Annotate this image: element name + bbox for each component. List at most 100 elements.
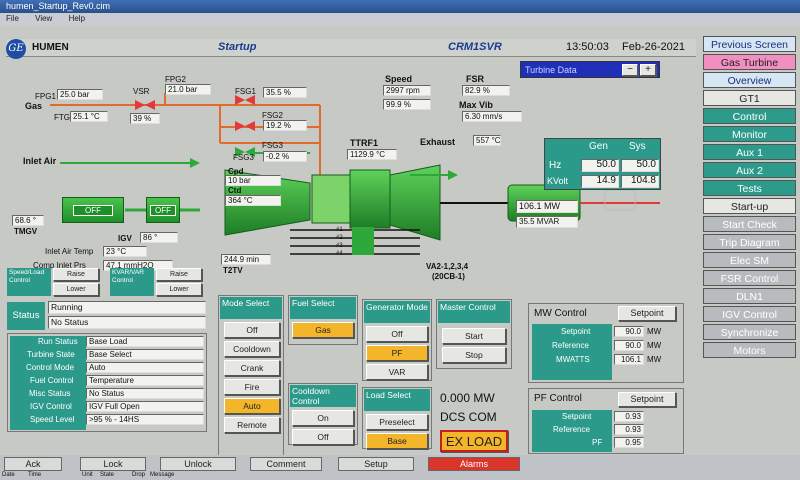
mw-setpoint-value: 90.0: [614, 326, 644, 337]
inlet-air-temp-label: Inlet Air Temp: [45, 247, 94, 256]
kvar-raise-button[interactable]: Raise: [156, 268, 202, 281]
nav-tests[interactable]: Tests: [703, 180, 796, 196]
ttrf1-label: TTRF1: [350, 138, 378, 148]
ack-button[interactable]: Ack: [4, 457, 62, 471]
mw-control-title: MW Control: [534, 308, 587, 319]
nav-startup[interactable]: Start-up: [703, 198, 796, 214]
vsr-label: VSR: [133, 87, 150, 96]
bus-2-label: #2: [336, 235, 343, 241]
mw-setpoint-button[interactable]: Setpoint: [618, 306, 676, 321]
nav-elec-sm[interactable]: Elec SM: [703, 252, 796, 268]
menu-bar: File View Help: [0, 13, 800, 25]
nav-gas-turbine[interactable]: Gas Turbine: [703, 54, 796, 70]
ftg-value: 25.1 °C: [70, 111, 108, 122]
fpg1-label: FPG1: [35, 92, 56, 101]
unlock-button[interactable]: Unlock: [160, 457, 236, 471]
control-mode-value: Auto: [86, 362, 204, 373]
nav-igv-control[interactable]: IGV Control: [703, 306, 796, 322]
mwatts-unit: MW: [647, 355, 662, 364]
fuel-gas-button[interactable]: Gas: [292, 322, 354, 338]
cooldown-on-button[interactable]: On: [292, 410, 354, 426]
run-status-label: Run Status: [38, 337, 78, 346]
misc-status-value: No Status: [86, 388, 204, 399]
nav-dln1[interactable]: DLN1: [703, 288, 796, 304]
nav-start-check[interactable]: Start Check: [703, 216, 796, 232]
mode-select-title: Mode Select: [220, 297, 282, 319]
ex-load-button[interactable]: EX LOAD: [440, 430, 508, 452]
mode-cooldown-button[interactable]: Cooldown: [224, 341, 280, 357]
nav-synchronize[interactable]: Synchronize: [703, 324, 796, 340]
sys-kvolt: 104.8: [621, 175, 659, 188]
fsg1-value: 35.5 %: [263, 87, 307, 98]
nav-previous-screen[interactable]: Previous Screen: [703, 36, 796, 52]
mw-setpoint-label: Setpoint: [561, 327, 591, 336]
mode-remote-button[interactable]: Remote: [224, 417, 280, 433]
alarm-col-state: State: [100, 472, 115, 478]
ctd-value: 364 °C: [225, 195, 281, 206]
mvar-readout: 35.5 MVAR: [516, 216, 578, 228]
nav-aux2[interactable]: Aux 2: [703, 162, 796, 178]
mw-reference-value: 90.0: [614, 340, 644, 351]
hmi-screen: GE HUMEN Startup CRM1SVR 13:50:03 Feb-26…: [0, 25, 800, 480]
setup-button[interactable]: Setup: [338, 457, 414, 471]
mode-off-button[interactable]: Off: [224, 322, 280, 338]
gen-mode-var-button[interactable]: VAR: [366, 364, 428, 380]
nav-trip-diagram[interactable]: Trip Diagram: [703, 234, 796, 250]
gen-kvolt: 14.9: [581, 175, 619, 188]
mode-fire-button[interactable]: Fire: [224, 379, 280, 395]
menu-file[interactable]: File: [6, 14, 19, 23]
t2tv-value: 244.9 min: [221, 254, 271, 265]
pf-setpoint-label: Setpoint: [562, 412, 592, 421]
load-base-button[interactable]: Base: [366, 433, 428, 449]
inlet-air-label: Inlet Air: [23, 156, 57, 166]
mode-auto-button[interactable]: Auto: [224, 398, 280, 414]
igv-control-value: IGV Full Open: [86, 401, 204, 412]
nav-control[interactable]: Control: [703, 108, 796, 124]
igv-value: 86 °: [140, 232, 178, 243]
exhaust-label: Exhaust: [420, 137, 456, 147]
pf-control-title: PF Control: [534, 393, 582, 404]
speed-lower-button[interactable]: Lower: [53, 283, 99, 296]
fsg3-label: FSG3: [262, 141, 283, 150]
master-stop-button[interactable]: Stop: [442, 347, 506, 363]
pf-setpoint-button[interactable]: Setpoint: [618, 392, 676, 407]
off-indicator-1: OFF: [73, 205, 113, 216]
mode-crank-button[interactable]: Crank: [224, 360, 280, 376]
speed-level-value: >95 % - 14HS: [86, 414, 204, 425]
exhaust-value: 557 °C: [473, 135, 501, 146]
fsg3-tag: FSG3: [233, 153, 254, 162]
bus-4-label: #4: [336, 251, 343, 257]
nav-aux1[interactable]: Aux 1: [703, 144, 796, 160]
alarm-col-unit: Unit: [82, 472, 93, 478]
alarm-col-drop: Drop: [132, 472, 146, 478]
alarms-button[interactable]: Alarms: [428, 457, 520, 471]
gen-mode-off-button[interactable]: Off: [366, 326, 428, 342]
maxvib-label: Max Vib: [459, 100, 493, 110]
nav-motors[interactable]: Motors: [703, 342, 796, 358]
gen-mode-pf-button[interactable]: PF: [366, 345, 428, 361]
kvar-lower-button[interactable]: Lower: [156, 283, 202, 296]
master-start-button[interactable]: Start: [442, 328, 506, 344]
fuel-control-value: Temperature: [86, 375, 204, 386]
kvar-control: KVAR/VAR Control Raise Lower: [110, 268, 202, 298]
vsr-value: 39 %: [130, 113, 160, 124]
run-status-value: Base Load: [86, 336, 204, 347]
nav-overview[interactable]: Overview: [703, 72, 796, 88]
window-title: humen_Startup_Rev0.cim: [0, 0, 800, 13]
nav-fsr-control[interactable]: FSR Control: [703, 270, 796, 286]
nav-monitor[interactable]: Monitor: [703, 126, 796, 142]
cooldown-off-button[interactable]: Off: [292, 429, 354, 445]
lock-button[interactable]: Lock: [80, 457, 146, 471]
fsg2-value: 19.2 %: [263, 120, 307, 131]
gas-label: Gas: [25, 101, 43, 111]
comment-button[interactable]: Comment: [250, 457, 322, 471]
speed-raise-button[interactable]: Raise: [53, 268, 99, 281]
menu-help[interactable]: Help: [69, 14, 85, 23]
nav-gt1[interactable]: GT1: [703, 90, 796, 106]
hz-label: Hz: [549, 160, 562, 171]
load-preselect-button[interactable]: Preselect: [366, 414, 428, 430]
ttrf1-value: 1129.9 °C: [347, 149, 397, 160]
menu-view[interactable]: View: [35, 14, 52, 23]
sys-col-header: Sys: [629, 141, 646, 152]
fpg1-value: 25.0 bar: [57, 89, 103, 100]
